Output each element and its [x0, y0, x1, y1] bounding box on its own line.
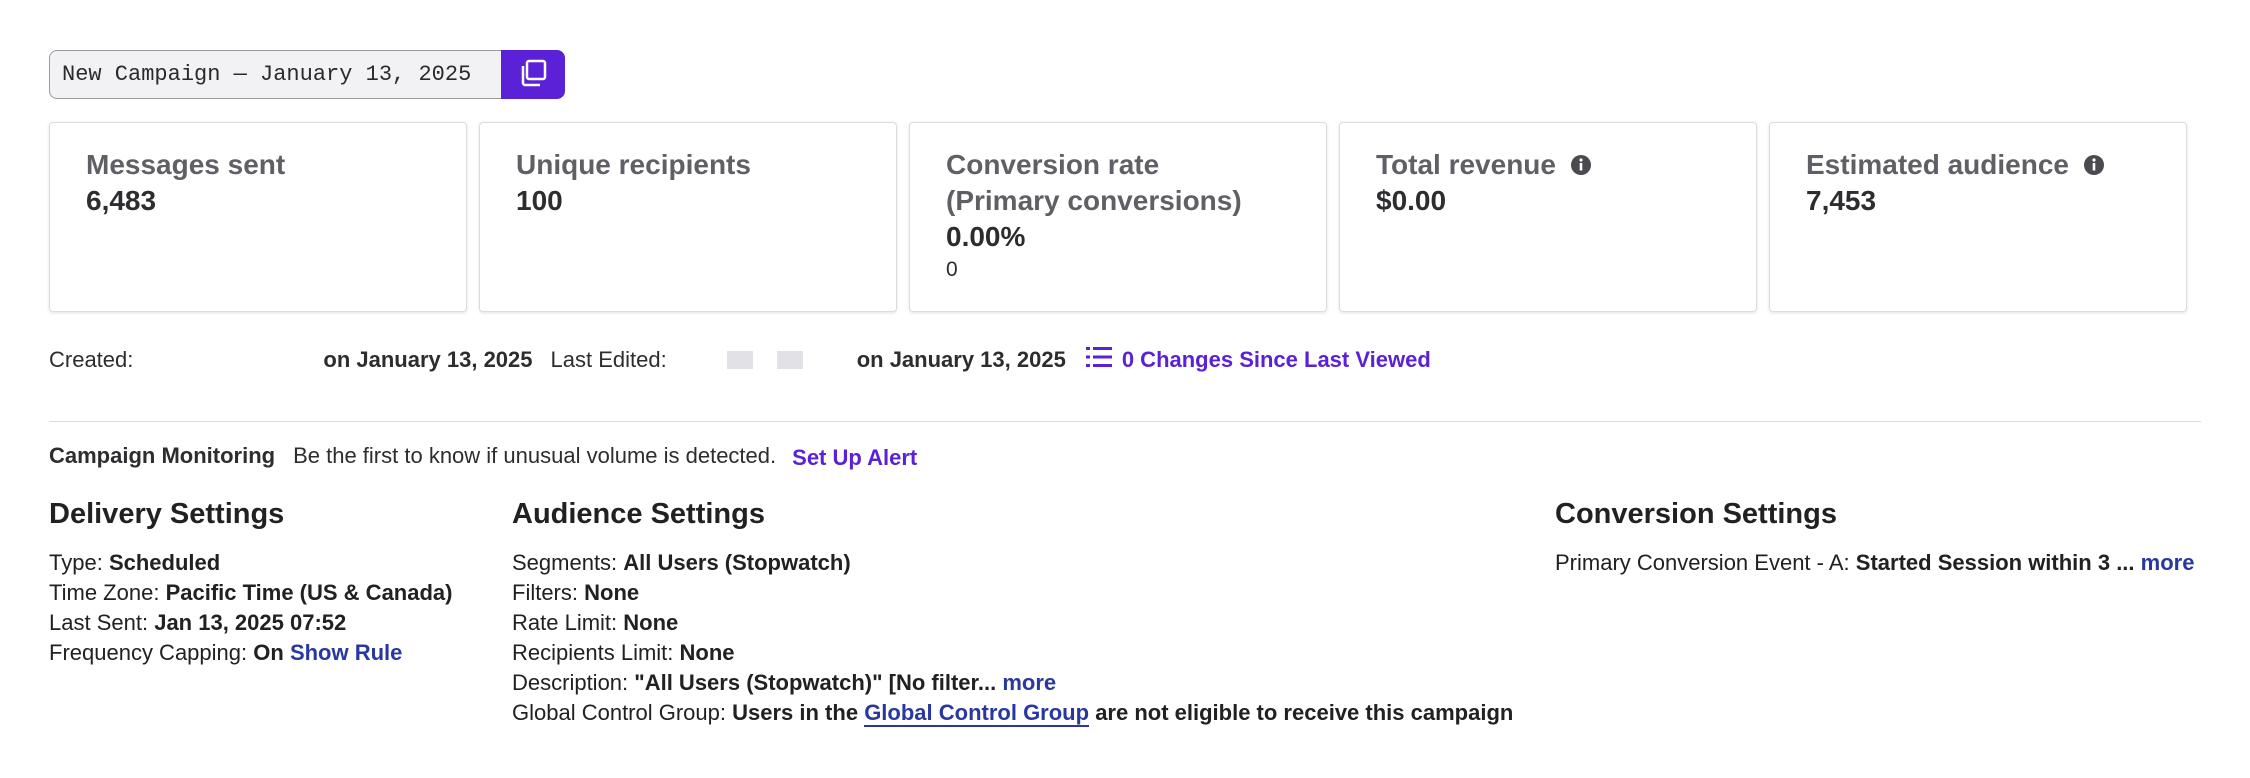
- monitoring-text: Be the first to know if unusual volume i…: [293, 443, 777, 468]
- field-value: are not eligible to receive this campaig…: [1095, 700, 1514, 725]
- delivery-frequency-capping: Frequency Capping: On Show Rule: [49, 638, 452, 668]
- stat-value: 7,453: [1806, 185, 1877, 216]
- stat-value: $0.00: [1376, 185, 1447, 216]
- stats-cards: Messages sent 6,483 Unique recipients 10…: [49, 122, 2187, 312]
- field-value: All Users (Stopwatch): [623, 550, 851, 575]
- stat-label: Estimated audience: [1806, 149, 2069, 180]
- changes-link-label: 0 Changes Since Last Viewed: [1121, 347, 1431, 372]
- field-label: Rate Limit:: [512, 610, 618, 635]
- audience-rate-limit: Rate Limit: None: [512, 608, 1513, 638]
- field-label: Primary Conversion Event - A:: [1555, 550, 1850, 575]
- stat-card-unique-recipients: Unique recipients 100: [479, 122, 897, 312]
- audience-segments: Segments: All Users (Stopwatch): [512, 548, 1513, 578]
- section-title: Delivery Settings: [49, 498, 285, 530]
- edited-date: on January 13, 2025: [856, 347, 1066, 372]
- field-label: Frequency Capping:: [49, 640, 248, 665]
- stat-label-row: Total revenue: [1376, 147, 1720, 183]
- delivery-type: Type: Scheduled: [49, 548, 452, 578]
- conversion-more-link[interactable]: more: [2141, 550, 2195, 575]
- audience-recipients-limit: Recipients Limit: None: [512, 638, 1513, 668]
- stat-subvalue: 0: [946, 258, 958, 281]
- audience-description: Description: "All Users (Stopwatch)" [No…: [512, 668, 1513, 698]
- divider: [49, 421, 2201, 422]
- delivery-last-sent: Last Sent: Jan 13, 2025 07:52: [49, 608, 452, 638]
- description-more-link[interactable]: more: [1002, 670, 1056, 695]
- field-value: Jan 13, 2025 07:52: [154, 610, 347, 635]
- created-label: Created:: [49, 347, 134, 372]
- field-value: None: [623, 610, 679, 635]
- field-value: On: [253, 640, 284, 665]
- editor-avatar: [776, 351, 803, 369]
- stat-card-estimated-audience: Estimated audience 7,453: [1769, 122, 2187, 312]
- field-label: Segments:: [512, 550, 618, 575]
- stat-value: 100: [516, 185, 563, 216]
- global-control-group-link[interactable]: Global Control Group: [864, 700, 1090, 727]
- stat-card-conversion-rate: Conversion rate (Primary conversions) 0.…: [909, 122, 1327, 312]
- field-value: Pacific Time (US & Canada): [165, 580, 453, 605]
- field-label: Recipients Limit:: [512, 640, 674, 665]
- stat-card-messages-sent: Messages sent 6,483: [49, 122, 467, 312]
- campaign-overview: Messages sent 6,483 Unique recipients 10…: [0, 0, 2250, 778]
- stat-label: Unique recipients: [516, 149, 751, 180]
- field-label: Type:: [49, 550, 103, 575]
- stat-label: Total revenue: [1376, 149, 1556, 180]
- field-value: None: [584, 580, 640, 605]
- stat-label: Conversion rate: [946, 149, 1160, 180]
- created-edited-row: Created: on January 13, 2025 Last Edited…: [49, 345, 1431, 375]
- edited-label: Last Edited:: [550, 347, 667, 372]
- delivery-settings: Delivery Settings Type: Scheduled Time Z…: [49, 496, 452, 668]
- field-label: Description:: [512, 670, 629, 695]
- created-date: on January 13, 2025: [323, 347, 533, 372]
- field-label: Time Zone:: [49, 580, 160, 605]
- conversion-settings: Conversion Settings Primary Conversion E…: [1555, 496, 2194, 578]
- section-title: Audience Settings: [512, 498, 765, 530]
- campaign-monitoring-row: Campaign Monitoring Be the first to know…: [49, 440, 917, 472]
- section-title: Conversion Settings: [1555, 498, 1837, 530]
- stat-value: 6,483: [86, 185, 157, 216]
- field-value: "All Users (Stopwatch)" [No filter...: [634, 670, 997, 695]
- campaign-name-row: [49, 50, 565, 99]
- monitoring-title: Campaign Monitoring: [49, 443, 276, 468]
- stat-value: 0.00%: [946, 221, 1026, 252]
- audience-global-control-group: Global Control Group: Users in the Globa…: [512, 698, 1513, 728]
- delivery-timezone: Time Zone: Pacific Time (US & Canada): [49, 578, 452, 608]
- editor-avatar: [726, 351, 753, 369]
- copy-icon: [518, 58, 548, 91]
- stat-label-secondary: (Primary conversions): [946, 185, 1242, 216]
- audience-filters: Filters: None: [512, 578, 1513, 608]
- field-value: None: [679, 640, 735, 665]
- field-label: Global Control Group:: [512, 700, 726, 725]
- conversion-event: Primary Conversion Event - A: Started Se…: [1555, 548, 2194, 578]
- show-rule-link[interactable]: Show Rule: [290, 640, 402, 665]
- stat-label-row: Estimated audience: [1806, 147, 2150, 183]
- info-icon[interactable]: [1570, 154, 1592, 176]
- changes-link[interactable]: 0 Changes Since Last Viewed: [1085, 346, 1431, 374]
- audience-settings: Audience Settings Segments: All Users (S…: [512, 496, 1513, 728]
- field-label: Last Sent:: [49, 610, 149, 635]
- set-up-alert-link[interactable]: Set Up Alert: [792, 445, 917, 471]
- stat-label: Messages sent: [86, 149, 286, 180]
- field-label: Filters:: [512, 580, 578, 605]
- field-value: Started Session within 3 ...: [1855, 550, 2135, 575]
- info-icon[interactable]: [2083, 154, 2105, 176]
- list-icon: [1085, 346, 1112, 374]
- campaign-name-input[interactable]: [49, 50, 501, 99]
- stat-card-total-revenue: Total revenue $0.00: [1339, 122, 1757, 312]
- field-value: Scheduled: [108, 550, 221, 575]
- field-value: Users in the: [732, 700, 859, 725]
- copy-button[interactable]: [501, 50, 565, 99]
